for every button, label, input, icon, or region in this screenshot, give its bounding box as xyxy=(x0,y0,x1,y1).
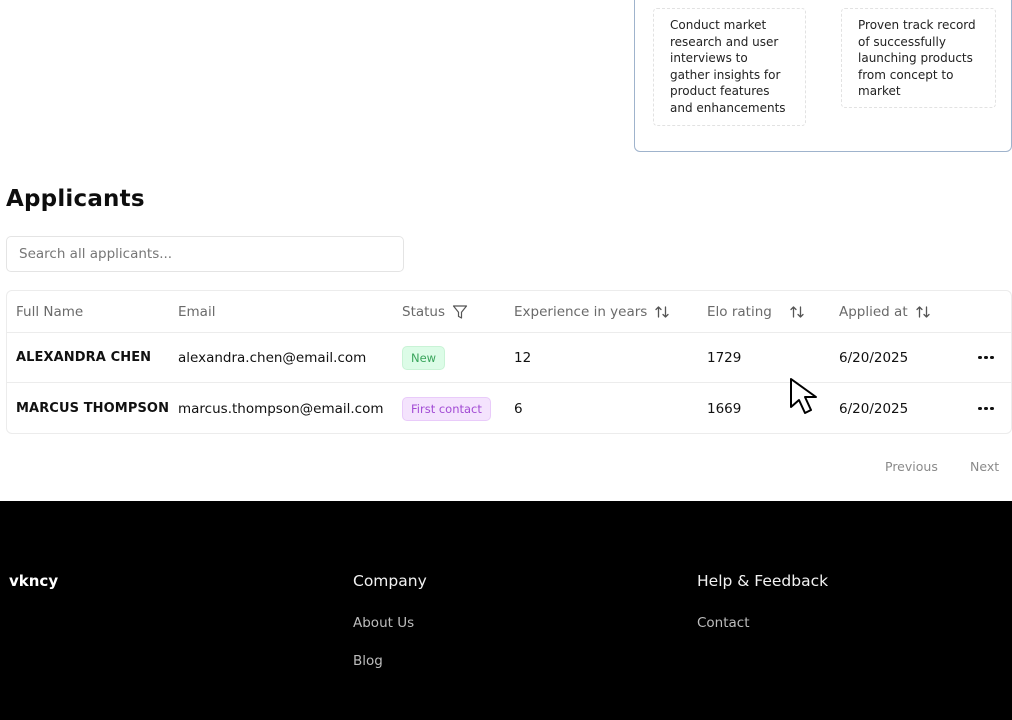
column-header-experience[interactable]: Experience in years xyxy=(514,291,670,332)
sort-arrows-icon[interactable] xyxy=(915,304,931,320)
previous-page-button[interactable]: Previous xyxy=(885,459,938,474)
row-actions xyxy=(972,333,1000,382)
requirement-text: Proven track record of successfully laun… xyxy=(858,18,976,98)
footer-help-title: Help & Feedback xyxy=(697,572,829,590)
applicant-name: ALEXANDRA CHEN xyxy=(16,350,152,365)
footer-company-title: Company xyxy=(353,572,427,590)
requirement-text: Conduct market research and user intervi… xyxy=(670,18,786,115)
mouse-pointer-icon xyxy=(789,377,829,423)
table-header-row: Full Name Email Status Experience in yea… xyxy=(7,291,1011,333)
more-horizontal-icon[interactable] xyxy=(978,406,994,411)
applicant-name: MARCUS THOMPSON xyxy=(16,401,170,416)
requirement-card: Conduct market research and user intervi… xyxy=(653,8,806,126)
footer-link-about-us[interactable]: About Us xyxy=(353,615,414,631)
applicant-applied-at: 6/20/2025 xyxy=(839,400,909,417)
applicant-experience: 6 xyxy=(514,400,523,417)
status-cell: First contact xyxy=(402,383,491,434)
site-footer: vkncy Company About Us Blog Help & Feedb… xyxy=(0,501,1012,720)
job-details-card: Conduct market research and user intervi… xyxy=(634,0,1012,152)
column-header-applied[interactable]: Applied at xyxy=(839,291,931,332)
sort-arrows-icon[interactable] xyxy=(654,304,670,320)
column-header-status[interactable]: Status xyxy=(402,291,468,332)
footer-link-contact[interactable]: Contact xyxy=(697,615,750,631)
requirement-card: Proven track record of successfully laun… xyxy=(841,8,996,108)
search-applicants-input[interactable] xyxy=(6,236,404,272)
applicants-table: Full Name Email Status Experience in yea… xyxy=(6,290,1012,434)
status-cell: New xyxy=(402,333,446,382)
applicant-applied-at: 6/20/2025 xyxy=(839,349,909,366)
row-actions xyxy=(972,383,1000,434)
applicant-email: alexandra.chen@email.com xyxy=(178,349,367,366)
more-horizontal-icon[interactable] xyxy=(978,355,994,360)
next-page-button[interactable]: Next xyxy=(970,459,999,474)
footer-brand-logo[interactable]: vkncy xyxy=(9,572,58,590)
filter-icon[interactable] xyxy=(452,304,468,320)
column-header-elo[interactable]: Elo rating xyxy=(707,291,805,332)
applicant-email: marcus.thompson@email.com xyxy=(178,400,384,417)
applicant-elo: 1669 xyxy=(707,400,742,417)
applicant-experience: 12 xyxy=(514,349,532,366)
table-row[interactable]: MARCUS THOMPSON marcus.thompson@email.co… xyxy=(7,383,1011,434)
status-badge: First contact xyxy=(402,396,491,421)
column-header-full-name[interactable]: Full Name xyxy=(16,291,83,332)
sort-arrows-icon[interactable] xyxy=(789,304,805,320)
column-header-email[interactable]: Email xyxy=(178,291,215,332)
status-badge: New xyxy=(402,345,446,370)
footer-link-blog[interactable]: Blog xyxy=(353,653,383,669)
applicant-elo: 1729 xyxy=(707,349,742,366)
applicants-title: Applicants xyxy=(6,186,145,212)
table-row[interactable]: ALEXANDRA CHEN alexandra.chen@email.com … xyxy=(7,333,1011,383)
